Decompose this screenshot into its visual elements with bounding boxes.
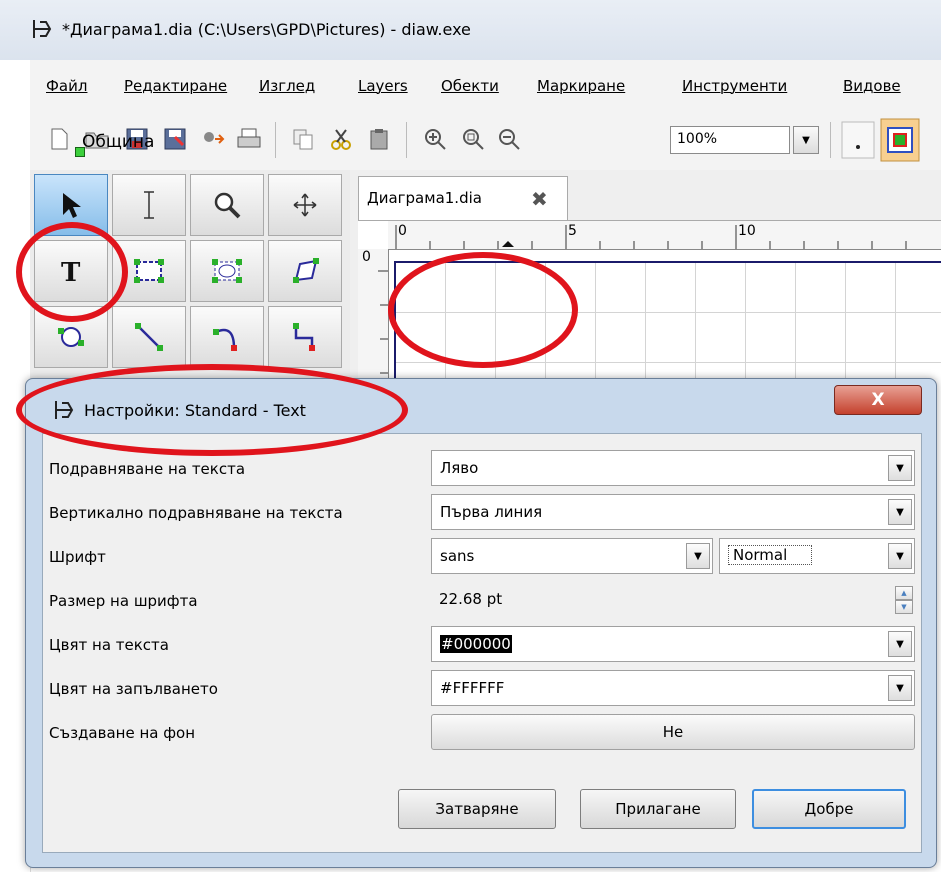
font-family-value: sans [440,547,475,565]
chevron-down-icon[interactable]: ▼ [888,499,912,525]
main-toolbar: 100% ▼ [30,112,941,171]
dia-app-icon [30,18,54,44]
move-tool[interactable] [268,174,342,236]
close-button[interactable]: Затваряне [398,789,556,829]
font-size-value: 22.68 pt [439,590,503,608]
menu-bar: Файл Редактиране Изглед Layers Обекти Ма… [30,60,941,113]
chevron-down-icon[interactable]: ▼ [888,455,912,481]
ok-button[interactable]: Добре [752,789,906,829]
ruler-label-0: 0 [398,223,407,239]
magnify-tool[interactable] [190,174,264,236]
chevron-down-icon[interactable]: ▼ [888,675,912,701]
spin-down-icon[interactable]: ▼ [895,600,913,614]
vertical-alignment-value: Първа линия [440,503,543,521]
copy-icon[interactable] [288,124,318,154]
menu-view[interactable]: Изглед [259,77,315,95]
font-style-select[interactable]: Normal ▼ [719,538,915,574]
window-title: *Диаграма1.dia (C:\Users\GPD\Pictures) -… [62,20,471,39]
zigzag-tool[interactable] [268,306,342,368]
text-color-select[interactable]: #000000 ▼ [431,626,915,662]
zoom-value: 100% [677,131,718,147]
zoom-input[interactable]: 100% [670,126,790,154]
text-object[interactable]: Община [82,132,154,152]
prop-label-font: Шрифт [49,548,106,566]
menu-layers[interactable]: Layers [358,77,408,95]
spin-up-icon[interactable]: ▲ [895,586,913,600]
fill-color-value: #FFFFFF [440,679,505,697]
window-title-bar: *Диаграма1.dia (C:\Users\GPD\Pictures) -… [0,0,941,60]
line-tool[interactable] [112,306,186,368]
draw-background-toggle[interactable]: Не [431,714,915,750]
export-icon[interactable] [198,124,228,154]
ellipse-tool[interactable] [190,240,264,302]
zoom-in-icon[interactable] [420,124,450,154]
zoom-out-icon[interactable] [494,124,524,154]
prop-label-text-color: Цвят на текста [49,636,169,654]
fill-color-select[interactable]: #FFFFFF ▼ [431,670,915,706]
font-size-spinner[interactable]: 22.68 pt ▲ ▼ [431,582,915,618]
object-snap-icon[interactable] [880,118,920,162]
zoom-dropdown-button[interactable]: ▼ [793,126,819,154]
toolbar-separator [406,122,407,158]
annotation-circle-text-object [388,252,578,368]
chevron-down-icon[interactable]: ▼ [686,543,710,569]
font-family-select[interactable]: sans ▼ [431,538,713,574]
tab-label: Диаграма1.dia [367,189,482,207]
chevron-down-icon[interactable]: ▼ [888,631,912,657]
menu-objects[interactable]: Обекти [441,77,499,95]
menu-file[interactable]: Файл [46,77,87,95]
horizontal-ruler: 0 5 10 [388,221,941,250]
prop-label-text-alignment: Подравняване на текста [49,460,246,478]
menu-views[interactable]: Видове [843,77,901,95]
prop-label-font-size: Размер на шрифта [49,592,198,610]
annotation-circle-dialog-title [16,364,408,456]
menu-tools[interactable]: Инструменти [682,77,787,95]
tab-diagram1[interactable]: Диаграма1.dia ✖ [358,176,568,220]
prop-label-vertical-alignment: Вертикално подравняване на текста [49,504,343,522]
save-as-icon[interactable] [160,124,190,154]
menu-edit[interactable]: Редактиране [124,77,227,95]
prop-label-fill-color: Цвят на запълването [49,680,218,698]
dialog-close-button[interactable]: X [834,385,922,415]
annotation-circle-text-tool [16,222,128,322]
ruler-label-5: 5 [568,223,577,239]
ruler-label-10: 10 [738,223,756,239]
text-alignment-value: Ляво [440,459,479,477]
apply-button[interactable]: Прилагане [580,789,736,829]
font-style-value: Normal [728,545,813,565]
print-icon[interactable] [234,124,264,154]
toolbar-separator [830,122,831,158]
menu-select[interactable]: Маркиране [537,77,625,95]
chevron-down-icon[interactable]: ▼ [888,543,912,569]
new-file-icon[interactable] [44,124,74,154]
toolbar-separator [275,122,276,158]
text-edit-tool[interactable] [112,174,186,236]
prop-label-draw-background: Създаване на фон [49,724,196,742]
close-tab-icon[interactable]: ✖ [531,187,548,211]
arc-tool[interactable] [190,306,264,368]
cut-icon[interactable] [326,124,356,154]
paste-icon[interactable] [364,124,394,154]
vertical-alignment-select[interactable]: Първа линия ▼ [431,494,915,530]
zoom-fit-icon[interactable] [458,124,488,154]
text-color-value: #000000 [440,635,512,653]
polygon-tool[interactable] [268,240,342,302]
text-alignment-select[interactable]: Ляво ▼ [431,450,915,486]
vertical-ruler: 0 [358,249,389,381]
snap-to-grid-icon[interactable] [840,120,876,160]
